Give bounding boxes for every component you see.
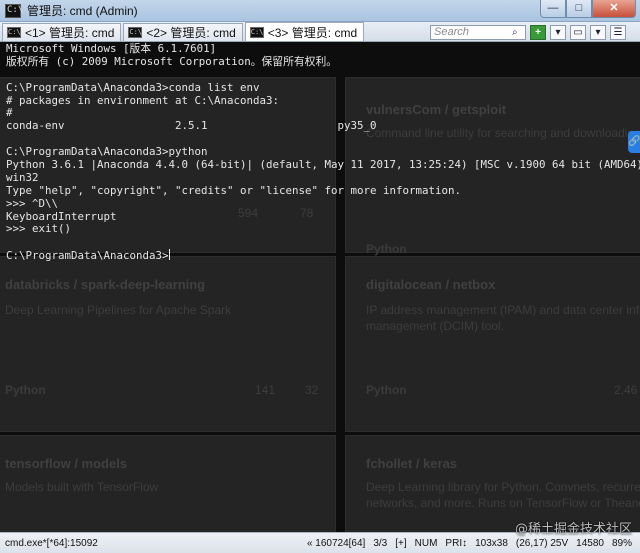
window-controls: — □ ✕ (540, 0, 636, 18)
tab-label: <3> 管理员: cmd (267, 25, 358, 40)
panel-layout-icon[interactable]: ▭ (570, 25, 586, 40)
bg-card-desc: Models built with TensorFlow (5, 480, 159, 494)
console-line: # packages in environment at C:\Anaconda… (6, 93, 280, 107)
menu-icon[interactable]: ☰ (610, 25, 626, 40)
new-console-button[interactable]: + (530, 25, 546, 40)
bg-card-stars: 141 (255, 383, 276, 397)
tab-console-1[interactable]: C:\ <1> 管理员: cmd (2, 23, 122, 41)
tab-label: <2> 管理员: cmd (146, 26, 236, 40)
window-title: 管理员: cmd (Admin) (27, 4, 138, 18)
bg-card-desc: management (DCIM) tool. (366, 319, 505, 333)
bg-card: tensorflow / models Models built with Te… (0, 435, 336, 532)
bg-card-title: tensorflow / models (5, 456, 128, 471)
close-button[interactable]: ✕ (592, 0, 636, 18)
bg-card: databricks / spark-deep-learning Deep Le… (0, 256, 336, 432)
cmd-tab-icon: C:\ (7, 27, 21, 38)
console-line: KeyboardInterrupt (6, 209, 117, 223)
bg-card-stars: 2,46 (614, 383, 638, 397)
bg-card-title: fchollet / keras (366, 456, 458, 471)
search-input[interactable]: Search ⌕ (430, 25, 526, 40)
text-cursor (168, 249, 170, 261)
console-window[interactable]: vulnersCom / getsploit Command line util… (0, 42, 640, 532)
title-bar[interactable]: C:\ 管理员: cmd (Admin) — □ ✕ (0, 0, 640, 22)
bg-card-desc: networks, and more. Runs on TensorFlow o… (366, 496, 640, 510)
tab-console-3[interactable]: C:\ <3> 管理员: cmd (244, 22, 365, 41)
bg-card-lang: Python (366, 383, 407, 397)
bg-card-forks: 32 (305, 383, 319, 397)
console-prompt: C:\ProgramData\Anaconda3> (6, 249, 169, 263)
status-cursor: (26,17) 25V (515, 537, 569, 549)
bg-card-desc: IP address management (IPAM) and data ce… (366, 303, 640, 317)
status-process: cmd.exe*[*64]:15092 (5, 537, 98, 549)
console-line: conda-env 2.5.1 py35_0 (6, 119, 377, 133)
tab-label: <1> 管理员: cmd (25, 26, 115, 40)
bg-card-lang: Python (5, 383, 46, 397)
link-icon[interactable]: 🔗 (628, 131, 640, 153)
bg-card-desc: Deep Learning library for Python. Convne… (366, 480, 640, 494)
cmd-tab-icon: C:\ (249, 26, 264, 38)
maximize-button[interactable]: □ (566, 0, 592, 18)
console-line: >>> exit() (6, 222, 72, 236)
bg-card: digitalocean / netbox IP address managem… (345, 256, 640, 432)
status-zoom: 89% (611, 537, 632, 549)
dropdown-chevron-icon[interactable]: ▾ (550, 25, 566, 40)
console-prompt-line[interactable]: C:\ProgramData\Anaconda3> (6, 249, 636, 262)
status-buffer: « 160724[64] (306, 537, 366, 549)
status-pid: 14580 (576, 537, 604, 549)
dropdown-chevron-icon-2[interactable]: ▾ (590, 25, 606, 40)
tab-console-2[interactable]: C:\ <2> 管理员: cmd (123, 23, 243, 41)
tab-bar: C:\ <1> 管理员: cmd C:\ <2> 管理员: cmd C:\ <3… (0, 22, 640, 42)
console-line: Type "help", "copyright", "credits" or "… (6, 183, 462, 197)
console-line: Python 3.6.1 |Anaconda 4.4.0 (64-bit)| (… (6, 158, 640, 172)
cmd-app-icon: C:\ (5, 3, 23, 18)
search-icon[interactable]: ⌕ (512, 27, 523, 38)
console-output[interactable]: Microsoft Windows [版本 6.1.7601] 版权所有 (c)… (6, 42, 640, 262)
console-line: >>> ^D\\ (6, 196, 59, 210)
status-insert: [+] (395, 537, 407, 549)
watermark: @稀土掘金技术社区 (514, 522, 632, 537)
status-priority: PRI↕ (445, 537, 468, 549)
status-num: NUM (414, 537, 438, 549)
toolbar: + ▾ ▭ ▾ ☰ (530, 25, 626, 40)
minimize-button[interactable]: — (540, 0, 566, 18)
console-line: Microsoft Windows [版本 6.1.7601] (6, 42, 217, 55)
console-line: C:\ProgramData\Anaconda3>conda list env (6, 80, 260, 94)
status-size: 103x38 (475, 537, 508, 549)
cmd-tab-icon: C:\ (128, 27, 143, 38)
bg-card-desc: Deep Learning Pipelines for Apache Spark (5, 303, 232, 317)
bg-card-title: digitalocean / netbox (366, 277, 496, 292)
console-line: win32 (6, 170, 39, 184)
status-pages: 3/3 (373, 537, 388, 549)
bg-card-title: databricks / spark-deep-learning (5, 277, 206, 292)
console-line: 版权所有 (c) 2009 Microsoft Corporation。保留所有… (6, 54, 338, 68)
